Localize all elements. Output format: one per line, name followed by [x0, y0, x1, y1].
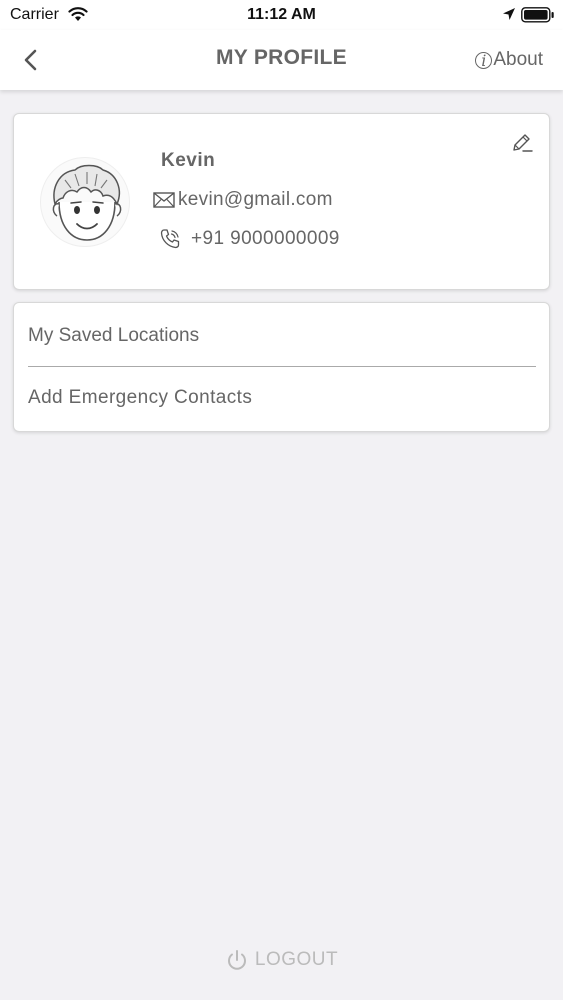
location-arrow-icon [502, 7, 516, 26]
mail-icon [153, 192, 175, 208]
about-button[interactable]: i About [475, 48, 543, 72]
email-row: kevin@gmail.com [153, 189, 333, 211]
emergency-contacts-item[interactable]: Add Emergency Contacts [28, 367, 536, 429]
power-icon [225, 948, 249, 972]
info-icon: i [475, 51, 493, 69]
profile-card: Kevin kevin@gmail.com +91 9000000009 [13, 113, 550, 290]
avatar[interactable] [40, 157, 130, 247]
phone-value: +91 9000000009 [191, 228, 340, 249]
saved-locations-item[interactable]: My Saved Locations [28, 305, 536, 367]
status-time: 11:12 AM [247, 6, 316, 23]
status-bar: Carrier 11:12 AM [0, 0, 563, 30]
battery-icon [521, 7, 555, 28]
logout-button[interactable]: LOGOUT [0, 945, 563, 975]
nav-bar: MY PROFILE i About [0, 30, 563, 90]
phone-row: +91 9000000009 [159, 228, 340, 250]
logout-label: LOGOUT [254, 949, 339, 970]
menu-card: My Saved Locations Add Emergency Contact… [13, 302, 550, 432]
about-label: About [493, 49, 543, 70]
email-value: kevin@gmail.com [178, 189, 333, 210]
profile-name: Kevin [161, 150, 216, 171]
edit-pencil-icon[interactable] [510, 131, 534, 155]
phone-icon [159, 228, 181, 250]
